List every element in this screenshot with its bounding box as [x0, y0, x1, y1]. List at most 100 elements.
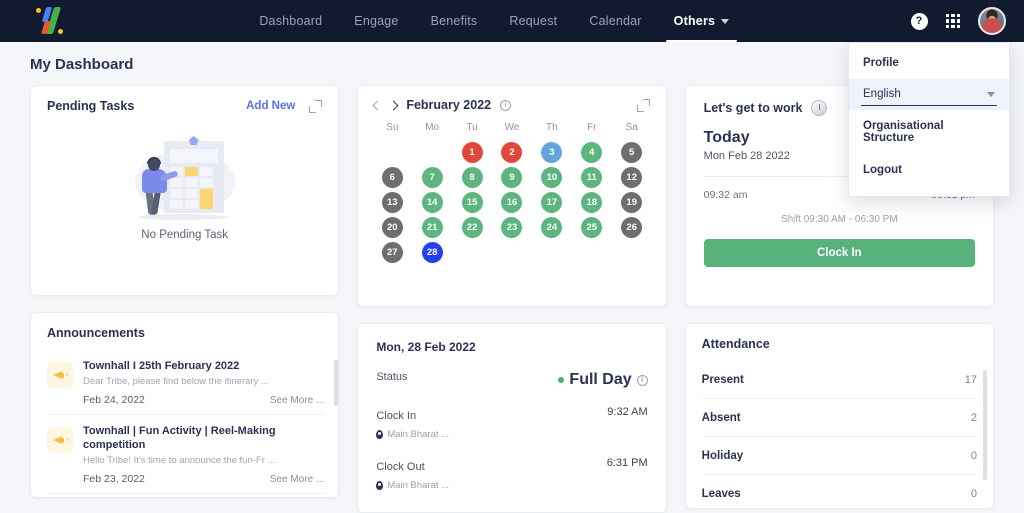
calendar-day-10[interactable]: 10: [541, 167, 563, 188]
calendar-day-14[interactable]: 14: [421, 192, 443, 213]
list-item[interactable]: Townhall | Fun Activity | Reel-Making co…: [47, 415, 325, 495]
announcement-body: Townhall | Fun Activity | Reel-Making co…: [83, 424, 324, 485]
nav-item-benefits[interactable]: Benefits: [431, 0, 478, 42]
calendar-day-11[interactable]: 11: [581, 167, 603, 188]
calendar-dow-su: Su: [386, 122, 399, 133]
language-select-wrapper: English: [849, 79, 1009, 110]
announcements-scrollbar[interactable]: [334, 360, 339, 406]
announcement-date: Feb 24, 2022: [83, 394, 145, 407]
calendar-dow-th: Th: [546, 122, 558, 133]
clock-out-block: Clock Out Main Bharat ...: [376, 457, 449, 491]
calendar-header: February 2022 i: [358, 86, 665, 116]
calendar-day-26[interactable]: 26: [621, 217, 643, 238]
table-row: Absent 2: [701, 399, 977, 437]
calendar-day-3[interactable]: 3: [541, 142, 563, 163]
company-logo-icon[interactable]: [31, 6, 65, 36]
clock-in-value: 9:32 AM: [607, 406, 648, 418]
clock-in-location-label: Main Bharat ...: [387, 429, 450, 440]
pending-tasks-actions: Add New: [246, 99, 323, 113]
clock-out-location-label: Main Bharat ...: [387, 480, 450, 491]
attendance-value: 0: [970, 450, 977, 462]
announcements-list: Townhall I 25th February 2022 Dear Tribe…: [31, 350, 339, 497]
status-dot-icon: [558, 377, 565, 383]
info-icon[interactable]: i: [636, 374, 648, 386]
nav-label: Calendar: [589, 14, 642, 28]
announcement-body: Townhall I 25th February 2022 Dear Tribe…: [83, 359, 324, 406]
calendar-day-18[interactable]: 18: [581, 192, 603, 213]
nav-label: Others: [673, 14, 716, 28]
logo-wrapper[interactable]: [18, 6, 78, 36]
calendar-day-25[interactable]: 25: [581, 217, 603, 238]
calendar-day-blank: [422, 142, 443, 163]
calendar-day-23[interactable]: 23: [501, 217, 523, 238]
calendar-day-19[interactable]: 19: [621, 192, 643, 213]
calendar-day-9[interactable]: 9: [501, 167, 523, 188]
calendar-day-2[interactable]: 2: [501, 142, 523, 163]
calendar-day-16[interactable]: 16: [501, 192, 523, 213]
nav-item-calendar[interactable]: Calendar: [589, 0, 641, 42]
calendar-day-7[interactable]: 7: [421, 167, 443, 188]
chevron-down-icon: [721, 18, 730, 24]
calendar-day-13[interactable]: 13: [381, 192, 403, 213]
attendance-header: Attendance: [686, 324, 993, 361]
attendance-value: 2: [970, 412, 977, 424]
calendar-day-20[interactable]: 20: [381, 217, 403, 238]
dropdown-item-org-structure[interactable]: Organisational Structure: [849, 110, 1009, 154]
language-select[interactable]: English: [861, 85, 997, 106]
help-icon[interactable]: ?: [910, 12, 928, 30]
announcement-preview: Dear Tribe, please find below the itiner…: [83, 376, 269, 388]
table-row: Leaves 0: [702, 475, 977, 508]
dropdown-item-logout[interactable]: Logout: [849, 154, 1009, 186]
calendar-day-28[interactable]: 28: [421, 242, 443, 263]
expand-icon[interactable]: [309, 99, 323, 113]
calendar-day-24[interactable]: 24: [541, 217, 563, 238]
attendance-title: Attendance: [701, 337, 770, 351]
attendance-label: Absent: [701, 412, 741, 424]
clock-in-button[interactable]: Clock In: [703, 239, 975, 267]
nav-item-others[interactable]: Others: [665, 0, 737, 42]
nav-item-request[interactable]: Request: [509, 0, 557, 42]
attendance-value: 17: [964, 374, 977, 386]
calendar-day-5[interactable]: 5: [621, 142, 643, 163]
location-pin-icon: [376, 481, 384, 490]
add-new-button[interactable]: Add New: [246, 100, 295, 112]
calendar-day-21[interactable]: 21: [421, 217, 443, 238]
info-icon[interactable]: i: [500, 99, 512, 111]
pending-tasks-card: Pending Tasks Add New No Pending Task: [30, 85, 340, 296]
see-more-link[interactable]: See More ...: [270, 395, 324, 406]
calendar-day-8[interactable]: 8: [461, 167, 483, 188]
calendar-day-4[interactable]: 4: [581, 142, 603, 163]
avatar[interactable]: [978, 7, 1006, 35]
dropdown-item-profile[interactable]: Profile: [849, 47, 1009, 79]
calendar-dow-sa: Sa: [625, 122, 638, 133]
list-item[interactable]: Townhall I 25th February 2022 Dear Tribe…: [47, 350, 325, 416]
attendance-scrollbar[interactable]: [983, 370, 987, 480]
nav-item-engage[interactable]: Engage: [354, 0, 398, 42]
calendar-day-15[interactable]: 15: [461, 192, 483, 213]
expand-icon[interactable]: [636, 98, 650, 112]
calendar-day-6[interactable]: 6: [381, 167, 403, 188]
calendar-day-17[interactable]: 17: [541, 192, 563, 213]
shift-info: Shift 09:30 AM - 06:30 PM: [780, 214, 898, 225]
calendar-day-22[interactable]: 22: [461, 217, 483, 238]
top-navbar: Dashboard Engage Benefits Request Calend…: [0, 0, 1024, 197]
nav-item-dashboard[interactable]: Dashboard: [259, 0, 322, 42]
calendar-day-27[interactable]: 27: [381, 242, 403, 263]
announcement-date: Feb 23, 2022: [83, 473, 145, 486]
nav-label: Benefits: [430, 14, 478, 28]
see-more-link[interactable]: See More ...: [270, 474, 324, 485]
attendance-label: Present: [701, 374, 744, 386]
calendar-dow-fr: Fr: [587, 122, 597, 133]
announcement-title: Townhall I 25th February 2022: [83, 360, 240, 372]
grid-apps-icon[interactable]: [945, 13, 960, 29]
nav-label: Dashboard: [259, 14, 323, 28]
calendar-day-12[interactable]: 12: [621, 167, 643, 188]
calendar-day-blank: [382, 142, 403, 163]
prev-month-icon[interactable]: [372, 100, 383, 110]
list-item[interactable]: Townhall | Friday 11th February 2022: [47, 494, 324, 497]
calendar-day-1[interactable]: 1: [461, 142, 483, 163]
next-month-icon[interactable]: [388, 100, 399, 110]
announcement-footer: Feb 24, 2022 See More ...: [83, 394, 324, 406]
column-left: Pending Tasks Add New No Pending Task An…: [30, 85, 340, 513]
clock-out-row: Clock Out Main Bharat ... 6:31 PM: [358, 440, 665, 491]
